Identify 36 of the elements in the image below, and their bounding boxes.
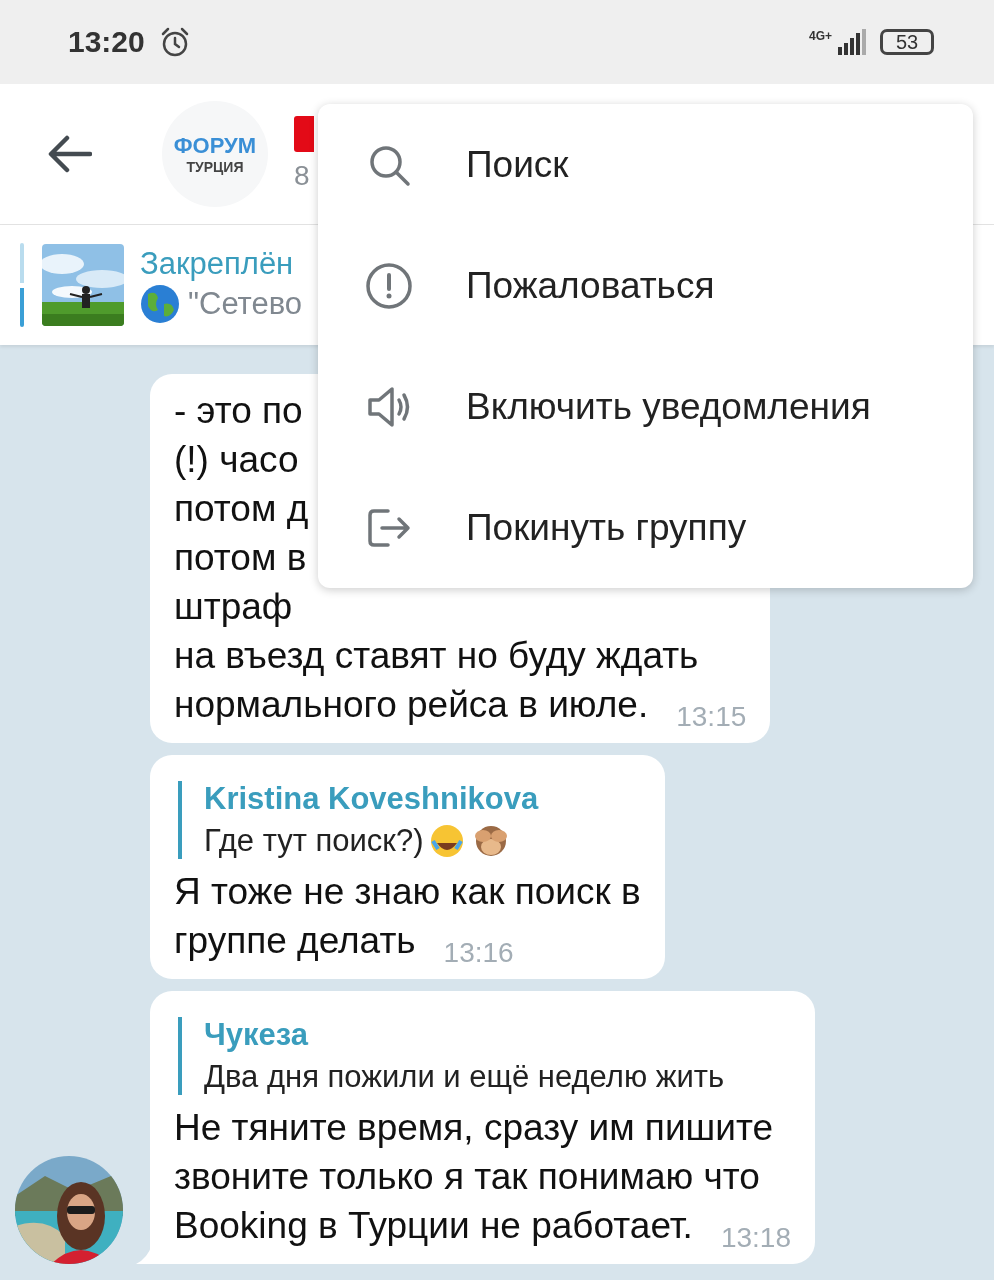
group-avatar[interactable]: ФОРУМ ТУРЦИЯ — [162, 101, 268, 207]
message-text: нормального рейса в июле. — [174, 683, 649, 727]
menu-item[interactable]: Включить уведомления — [466, 385, 871, 428]
status-time: 13:20 — [68, 25, 145, 59]
logo-title: ФОРУМ — [173, 133, 257, 159]
reply-text: Два дня пожили и ещё неделю жить — [204, 1059, 725, 1095]
message-text: потом в — [174, 536, 307, 580]
reply-author: Kristina Koveshnikova — [204, 781, 540, 817]
message-time: 13:15 — [676, 701, 747, 733]
laughing-emoji-icon — [429, 823, 466, 859]
message-text: Booking в Турции не работает. — [174, 1204, 693, 1248]
exclamation-icon — [364, 260, 414, 311]
reply-author: Чукеза — [204, 1017, 310, 1053]
globe-icon — [140, 284, 180, 324]
message-text: на въезд ставят но буду ждать — [174, 634, 699, 678]
reply-text: Где тут поиск?) — [204, 823, 424, 859]
message-time: 13:16 — [443, 937, 514, 969]
menu-item[interactable]: Пожаловаться — [466, 264, 715, 307]
flag-icon — [294, 116, 314, 152]
message-text: потом д — [174, 487, 309, 531]
battery-indicator: 53 — [880, 29, 934, 55]
logo-subtitle: ТУРЦИЯ — [186, 159, 244, 175]
message-text: звоните только я так понимаю что — [174, 1155, 760, 1199]
member-count: 8 — [294, 160, 311, 192]
message-text: Не тяните время, сразу им пишите — [174, 1106, 773, 1150]
menu-item[interactable]: Поиск — [466, 143, 569, 186]
pinned-text: "Сетево — [188, 286, 303, 322]
message-text: Я тоже не знаю как поиск в — [174, 870, 641, 914]
message-text: группе делать — [174, 919, 416, 963]
network-label: 4G+ — [809, 29, 832, 43]
message-text: - это по — [174, 389, 303, 433]
message-text: штраф — [174, 585, 293, 629]
back-arrow-icon[interactable] — [48, 135, 92, 173]
message-text: (!) часо — [174, 438, 299, 482]
message-time: 13:18 — [720, 1222, 791, 1254]
menu-item[interactable]: Покинуть группу — [466, 506, 747, 549]
